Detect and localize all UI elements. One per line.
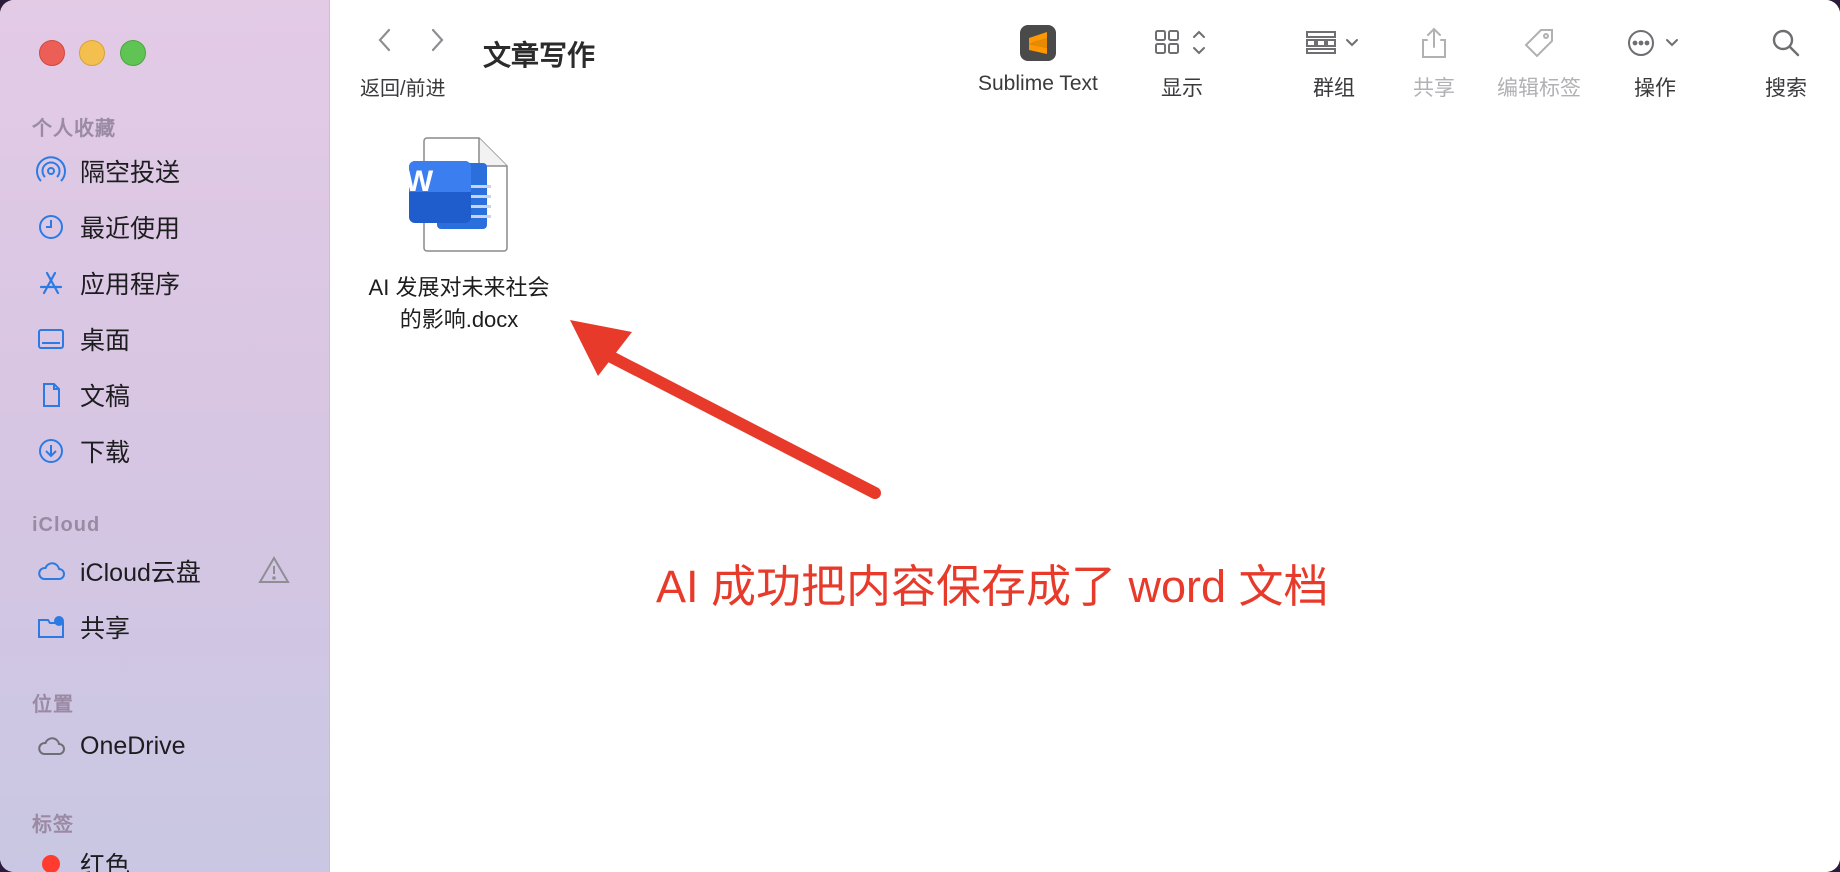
main-content: 返回/前进 文章写作 Sublime Text 显示 群组 共享 编辑标签 操作… (330, 0, 1840, 872)
sidebar-item-desktop[interactable]: 桌面 (36, 319, 296, 359)
airdrop-icon (36, 156, 66, 186)
close-window-button[interactable] (39, 40, 65, 66)
document-icon (36, 380, 66, 410)
sublime-text-icon (1019, 20, 1057, 66)
sidebar-item-icloud-drive[interactable]: iCloud云盘 (36, 551, 296, 591)
file-name: AI 发展对未来社会 的影响.docx (368, 275, 550, 332)
annotation-text: AI 成功把内容保存成了 word 文档 (656, 561, 1329, 612)
word-badge-letter: W (404, 165, 434, 198)
file-item[interactable]: AI 发展对未来社会 的影响.docx W (358, 135, 560, 336)
sidebar-item-downloads[interactable]: 下载 (36, 431, 296, 471)
search-button[interactable]: 搜索 (1765, 20, 1807, 102)
icloud-section-title: iCloud (32, 514, 101, 536)
action-label: 操作 (1634, 77, 1676, 100)
zoom-window-button[interactable] (120, 40, 146, 66)
warning-icon[interactable] (258, 555, 295, 590)
sidebar-item-shared[interactable]: 共享 (36, 607, 296, 647)
action-button[interactable]: 操作 (1626, 20, 1684, 102)
view-button[interactable]: 显示 (1154, 20, 1210, 102)
minimize-window-button[interactable] (79, 40, 105, 66)
shared-folder-icon (36, 612, 66, 642)
sidebar-item-label: 红色 (80, 852, 131, 872)
share-label: 共享 (1413, 77, 1455, 100)
red-tag-dot-icon (36, 849, 66, 872)
sidebar-item-onedrive[interactable]: OneDrive (36, 726, 296, 766)
edit-tags-button[interactable]: 编辑标签 (1497, 20, 1581, 102)
folder-title: 文章写作 (483, 40, 596, 71)
sidebar-item-label: 文稿 (80, 383, 131, 411)
annotation-arrow (570, 320, 881, 499)
search-label: 搜索 (1765, 77, 1807, 100)
applications-icon (36, 268, 66, 298)
group-icon (1305, 20, 1363, 66)
sidebar-item-label: iCloud云盘 (80, 559, 201, 587)
group-label: 群组 (1313, 77, 1355, 100)
cloud-drive-icon (36, 731, 66, 761)
grid-view-icon (1154, 20, 1210, 66)
sidebar-item-label: 桌面 (80, 327, 131, 355)
sidebar-item-documents[interactable]: 文稿 (36, 375, 296, 415)
locations-section-title: 位置 (32, 694, 74, 716)
sidebar-item-label: 共享 (80, 615, 131, 643)
nav-label: 返回/前进 (360, 78, 446, 100)
search-icon (1770, 20, 1802, 66)
edit-tags-label: 编辑标签 (1497, 77, 1581, 100)
tags-section-title: 标签 (32, 814, 74, 836)
download-icon (36, 436, 66, 466)
cloud-icon (36, 556, 66, 586)
sidebar-item-applications[interactable]: 应用程序 (36, 263, 296, 303)
view-label: 显示 (1161, 77, 1203, 100)
sidebar-item-label: 最近使用 (80, 215, 181, 243)
forward-button[interactable] (424, 22, 450, 58)
sidebar-item-label: OneDrive (80, 731, 186, 760)
finder-window: 个人收藏 隔空投送 最近使用 应用程序 桌面 文稿 下载 iCloud iClo… (0, 0, 1840, 872)
sidebar-item-label: 隔空投送 (80, 159, 181, 187)
sidebar-item-recents[interactable]: 最近使用 (36, 207, 296, 247)
sidebar-item-airdrop[interactable]: 隔空投送 (36, 151, 296, 191)
sidebar-item-tag-red[interactable]: 红色 (36, 844, 296, 872)
clock-icon (36, 212, 66, 242)
sidebar: 个人收藏 隔空投送 最近使用 应用程序 桌面 文稿 下载 iCloud iClo… (0, 0, 330, 872)
desktop-icon (36, 324, 66, 354)
sidebar-item-label: 下载 (80, 439, 131, 467)
sidebar-item-label: 应用程序 (80, 271, 181, 299)
group-button[interactable]: 群组 (1305, 20, 1363, 102)
back-button[interactable] (372, 22, 398, 58)
favorites-section-title: 个人收藏 (32, 118, 116, 140)
sublime-text-button[interactable]: Sublime Text (978, 20, 1098, 96)
nav-buttons (372, 22, 450, 58)
share-icon (1419, 20, 1449, 66)
sublime-text-label: Sublime Text (978, 72, 1098, 95)
share-button[interactable]: 共享 (1413, 20, 1455, 102)
tag-icon (1521, 20, 1557, 66)
more-actions-icon (1626, 20, 1684, 66)
